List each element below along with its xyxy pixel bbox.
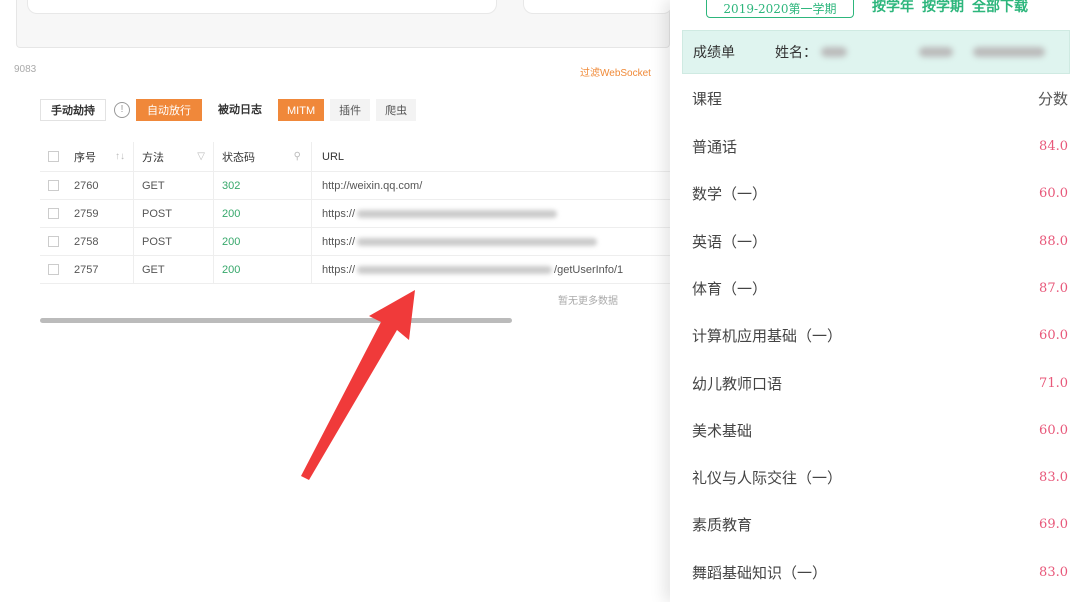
row-method: POST bbox=[134, 228, 214, 255]
row-url-tail: /getUserInfo/1 bbox=[554, 263, 624, 276]
course-name: 体育（一） bbox=[692, 281, 768, 298]
course-name: 美术基础 bbox=[692, 423, 753, 440]
grade-row: 舞蹈基础知识（一） 83.0 bbox=[692, 562, 1068, 583]
header-method: 方法 bbox=[142, 151, 164, 164]
table-row[interactable]: 2757 GET 200 https:// /getUserInfo/1 bbox=[40, 256, 670, 284]
course-score: 87.0 bbox=[1039, 281, 1068, 296]
course-name: 英语（一） bbox=[692, 234, 768, 251]
grade-row: 数学（一） 60.0 bbox=[692, 183, 1068, 204]
passive-log-button[interactable]: 被动日志 bbox=[208, 99, 272, 121]
course-score: 88.0 bbox=[1039, 234, 1068, 249]
grade-row: 素质教育 69.0 bbox=[692, 514, 1068, 535]
row-method: POST bbox=[134, 200, 214, 227]
websocket-filter-link[interactable]: 过滤WebSocket bbox=[580, 64, 651, 79]
row-url: https:// bbox=[322, 235, 356, 248]
download-all-link[interactable]: 全部下载 bbox=[972, 0, 1028, 16]
row-checkbox[interactable] bbox=[40, 200, 66, 227]
redacted-url bbox=[357, 237, 598, 246]
row-method: GET bbox=[134, 256, 214, 283]
course-score: 60.0 bbox=[1039, 328, 1068, 343]
course-name: 幼儿教师口语 bbox=[692, 376, 783, 393]
table-row[interactable]: 2760 GET 302 http://weixin.qq.com/ bbox=[40, 172, 670, 200]
row-url: https:// bbox=[322, 263, 356, 276]
course-score: 83.0 bbox=[1039, 565, 1068, 580]
tab-plugin[interactable]: 插件 bbox=[330, 99, 371, 121]
course-score: 83.0 bbox=[1039, 470, 1068, 485]
grade-row: 普通话 84.0 bbox=[692, 136, 1068, 157]
header-status: 状态码 bbox=[222, 151, 255, 164]
grade-row: 幼儿教师口语 71.0 bbox=[692, 373, 1068, 394]
redacted-field bbox=[973, 47, 1045, 57]
row-checkbox[interactable] bbox=[40, 172, 66, 199]
red-arrow-annotation bbox=[301, 290, 415, 480]
course-name: 普通话 bbox=[692, 139, 738, 156]
course-name: 礼仪与人际交往（一） bbox=[692, 470, 843, 487]
row-url: http://weixin.qq.com/ bbox=[322, 179, 423, 192]
row-status: 302 bbox=[214, 172, 312, 199]
course-name: 素质教育 bbox=[692, 517, 753, 534]
row-status: 200 bbox=[214, 256, 312, 283]
sort-icon[interactable]: ↑↓ bbox=[115, 151, 125, 162]
grade-header-row: 课程 分数 bbox=[692, 88, 1068, 109]
semester-selector[interactable]: 2019-2020第一学期 bbox=[706, 0, 854, 18]
row-checkbox[interactable] bbox=[40, 228, 66, 255]
by-year-link[interactable]: 按学年 bbox=[872, 0, 914, 16]
horizontal-scrollbar[interactable] bbox=[40, 318, 512, 323]
grade-row: 礼仪与人际交往（一） 83.0 bbox=[692, 467, 1068, 488]
table-header: 序号 ↑↓ 方法 ▽ 状态码 ⚲ URL bbox=[40, 142, 670, 172]
row-index: 2758 bbox=[66, 228, 134, 255]
transcript-header: 成绩单 姓名： bbox=[682, 30, 1070, 74]
table-row[interactable]: 2758 POST 200 https:// bbox=[40, 228, 670, 256]
course-name: 数学（一） bbox=[692, 186, 768, 203]
grade-row: 英语（一） 88.0 bbox=[692, 231, 1068, 252]
header-url: URL bbox=[322, 150, 345, 163]
mode-toolbar: 手动劫持 ! 自动放行 被动日志 MITM 插件 爬虫 bbox=[40, 98, 422, 122]
row-index: 2759 bbox=[66, 200, 134, 227]
name-label: 姓名： bbox=[775, 44, 817, 60]
select-all-checkbox[interactable] bbox=[40, 142, 66, 171]
table-row[interactable]: 2759 POST 200 https:// bbox=[40, 200, 670, 228]
redacted-field bbox=[919, 47, 953, 57]
course-name: 舞蹈基础知识（一） bbox=[692, 565, 828, 582]
by-semester-link[interactable]: 按学期 bbox=[922, 0, 964, 16]
redacted-name bbox=[821, 47, 847, 57]
row-method: GET bbox=[134, 172, 214, 199]
grade-row: 计算机应用基础（一） 60.0 bbox=[692, 325, 1068, 346]
tab-crawler[interactable]: 爬虫 bbox=[376, 99, 417, 121]
tab-mitm[interactable]: MITM bbox=[278, 99, 325, 121]
row-index: 2757 bbox=[66, 256, 134, 283]
course-score: 71.0 bbox=[1039, 376, 1068, 391]
row-url: https:// bbox=[322, 207, 356, 220]
top-panel bbox=[16, 0, 673, 48]
course-score: 69.0 bbox=[1039, 517, 1068, 532]
row-index: 2760 bbox=[66, 172, 134, 199]
top-input-b[interactable] bbox=[523, 0, 673, 14]
course-score: 60.0 bbox=[1039, 423, 1068, 438]
search-icon[interactable]: ⚲ bbox=[294, 151, 301, 162]
row-status: 200 bbox=[214, 228, 312, 255]
course-score: 84.0 bbox=[1039, 139, 1068, 154]
filter-icon[interactable]: ▽ bbox=[197, 151, 205, 162]
redacted-url bbox=[357, 209, 558, 218]
screen: 9083 过滤WebSocket 手动劫持 ! 自动放行 被动日志 MITM 插… bbox=[0, 0, 1080, 602]
download-links: 按学年 按学期 全部下载 bbox=[872, 0, 1028, 16]
auto-release-button[interactable]: 自动放行 bbox=[136, 99, 202, 121]
header-index: 序号 bbox=[74, 151, 96, 164]
row-status: 200 bbox=[214, 200, 312, 227]
grade-row: 美术基础 60.0 bbox=[692, 420, 1068, 441]
manual-hijack-button[interactable]: 手动劫持 bbox=[40, 99, 106, 121]
score-column-header: 分数 bbox=[1037, 91, 1068, 108]
course-score: 60.0 bbox=[1039, 186, 1068, 201]
row-checkbox[interactable] bbox=[40, 256, 66, 283]
transcript-title: 成绩单 bbox=[693, 44, 735, 60]
grade-row: 体育（一） 87.0 bbox=[692, 278, 1068, 299]
port-label: 9083 bbox=[14, 64, 37, 75]
top-input-a[interactable] bbox=[27, 0, 497, 14]
redacted-url bbox=[357, 265, 553, 274]
course-column-header: 课程 bbox=[692, 91, 723, 108]
course-name: 计算机应用基础（一） bbox=[692, 328, 843, 345]
grade-panel: 2019-2020第一学期 按学年 按学期 全部下载 成绩单 姓名： 课程 分数… bbox=[670, 0, 1080, 602]
info-circle-icon[interactable]: ! bbox=[114, 102, 130, 118]
